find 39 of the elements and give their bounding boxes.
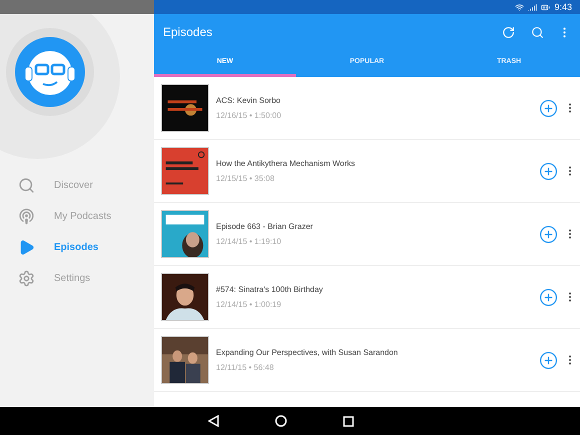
add-icon[interactable] (539, 288, 558, 306)
refresh-icon[interactable] (502, 26, 515, 38)
drawer-item[interactable]: Discover (0, 174, 154, 196)
add-icon[interactable] (539, 350, 558, 370)
episode-meta: 12/16/15 • 1:50:00 (216, 110, 282, 122)
search-icon[interactable] (531, 26, 544, 38)
back-icon[interactable] (208, 415, 219, 427)
add-icon[interactable] (539, 98, 558, 118)
add-icon[interactable] (539, 162, 558, 180)
episode-meta: 12/14/15 • 1:00:19 (216, 298, 282, 310)
drawer-item[interactable]: Settings (0, 267, 154, 289)
episode-meta: 12/15/15 • 35:08 (216, 172, 276, 184)
episode-title: Episode 663 - Brian Grazer (216, 220, 314, 232)
screen-title: Episodes (163, 24, 214, 41)
recents-icon[interactable] (343, 416, 354, 426)
podcast-icon (18, 208, 35, 224)
drawer-item[interactable]: Episodes (0, 236, 154, 258)
drawer-item[interactable]: My Podcasts (0, 205, 154, 227)
episode-row[interactable]: #574: Sinatra's 100th Birthday 12/14/15 • 1:00:19 (154, 266, 580, 329)
clock-time: 9:43 (554, 2, 572, 12)
episode-title: How the Antikythera Mechanism Works (216, 158, 356, 170)
episode-title: #574: Sinatra's 100th Birthday (216, 284, 324, 296)
battery-icon (541, 2, 550, 12)
app-logo-icon (15, 37, 85, 107)
episode-row[interactable]: Expanding Our Perspectives, with Susan Sarandon 12/11/15 • 56:48 (154, 329, 580, 392)
episode-row[interactable]: Episode 663 - Brian Grazer 12/14/15 • 1:19:10 (154, 203, 580, 266)
episode-row[interactable]: How the Antikythera Mechanism Works 12/15/15 • 35:08 (154, 140, 580, 203)
episode-title: Expanding Our Perspectives, with Susan Sarandon (216, 346, 399, 358)
add-icon[interactable] (539, 224, 558, 244)
episode-title: ACS: Kevin Sorbo (216, 94, 282, 106)
wifi-icon (515, 2, 524, 12)
search-icon (18, 176, 35, 194)
settings-icon (18, 270, 35, 286)
episode-meta: 12/11/15 • 56:48 (216, 362, 275, 374)
home-icon[interactable] (275, 415, 287, 427)
signal-icon (528, 2, 538, 12)
play-icon (18, 238, 35, 256)
episode-row[interactable]: ACS: Kevin Sorbo 12/16/15 • 1:50:00 (154, 77, 580, 140)
episode-meta: 12/14/15 • 1:19:10 (216, 236, 282, 248)
